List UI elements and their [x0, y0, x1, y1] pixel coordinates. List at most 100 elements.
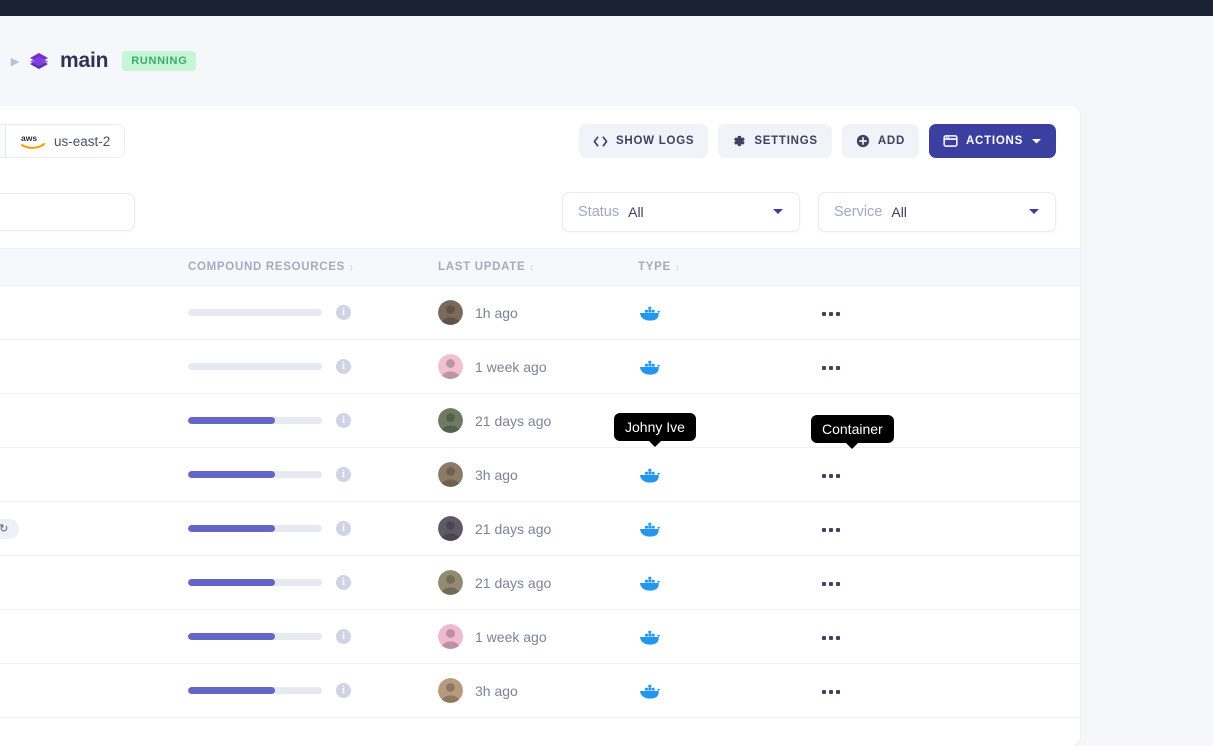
sort-updown-icon[interactable]: ↕: [675, 262, 680, 272]
more-horizontal-icon[interactable]: [818, 684, 844, 700]
settings-button[interactable]: SETTINGS: [718, 124, 832, 158]
docker-whale-icon[interactable]: [638, 303, 802, 323]
docker-whale-icon[interactable]: [638, 465, 802, 485]
column-header-label: TYPE: [638, 261, 671, 273]
avatar[interactable]: [438, 354, 463, 379]
more-horizontal-icon[interactable]: [818, 360, 844, 376]
aws-logo-icon: aws: [20, 132, 46, 150]
table-head: COMPOUND RESOURCES↕ LAST UPDATE↕ TYPE ↕: [0, 249, 1080, 286]
status-filter[interactable]: Status All: [562, 192, 800, 232]
cell-compound-resources: i: [180, 502, 430, 556]
app-logo-icon: [28, 50, 50, 72]
cell-compound-resources: i: [180, 286, 430, 340]
add-label: ADD: [878, 135, 905, 147]
last-update-text: 1 week ago: [475, 359, 547, 375]
actions-button[interactable]: ACTIONS: [929, 124, 1056, 158]
last-update-text: 3h ago: [475, 683, 518, 699]
more-horizontal-icon[interactable]: [818, 306, 844, 322]
info-icon[interactable]: i: [336, 305, 351, 320]
avatar[interactable]: [438, 624, 463, 649]
table-row[interactable]: Building i 1h ago: [0, 286, 1080, 340]
last-update-text: 21 days ago: [475, 575, 551, 591]
cell-type: [630, 340, 810, 394]
status-pill[interactable]: To update↻: [0, 519, 19, 539]
cell-last-update: 1 week ago: [430, 610, 630, 664]
column-header-last-update[interactable]: LAST UPDATE↕: [430, 249, 630, 286]
cell-actions: [810, 448, 1080, 502]
more-horizontal-icon[interactable]: [818, 522, 844, 538]
cell-name: Building: [0, 286, 180, 340]
cell-compound-resources: i: [180, 340, 430, 394]
cloud-provider-region: us-east-2: [54, 134, 110, 149]
table-row[interactable]: i 3h ago: [0, 664, 1080, 718]
info-icon[interactable]: i: [336, 521, 351, 536]
progress-bar: [188, 579, 322, 586]
add-button[interactable]: ADD: [842, 124, 919, 158]
cell-actions: [810, 340, 1080, 394]
cell-actions: [810, 502, 1080, 556]
tooltip-type: Container: [811, 415, 894, 443]
chevron-right-icon[interactable]: ▶: [8, 54, 22, 68]
table-row[interactable]: To update↻i3h ago: [0, 448, 1080, 502]
column-header-compound-resources[interactable]: COMPOUND RESOURCES↕: [180, 249, 430, 286]
docker-whale-icon[interactable]: [638, 627, 802, 647]
cell-last-update: 1 week ago: [430, 340, 630, 394]
gear-icon: [732, 134, 746, 148]
chevron-down-icon: [1031, 137, 1042, 145]
info-icon[interactable]: i: [336, 467, 351, 482]
info-icon[interactable]: i: [336, 629, 351, 644]
actions-label: ACTIONS: [966, 135, 1023, 147]
table-row[interactable]: i21 days ago: [0, 394, 1080, 448]
cell-compound-resources: i: [180, 394, 430, 448]
service-filter[interactable]: Service All: [818, 192, 1056, 232]
avatar[interactable]: [438, 408, 463, 433]
show-logs-label: SHOW LOGS: [616, 135, 694, 147]
column-header-type[interactable]: TYPE ↕: [630, 249, 810, 286]
sort-updown-icon[interactable]: ↕: [529, 262, 534, 272]
avatar[interactable]: [438, 300, 463, 325]
info-icon[interactable]: i: [336, 359, 351, 374]
table-row[interactable]: ngi1 week ago: [0, 340, 1080, 394]
docker-whale-icon[interactable]: [638, 681, 802, 701]
progress-bar: [188, 633, 322, 640]
avatar[interactable]: [438, 516, 463, 541]
avatar[interactable]: [438, 462, 463, 487]
cloud-provider-value[interactable]: aws us-east-2: [5, 125, 124, 157]
docker-whale-icon[interactable]: [638, 519, 802, 539]
avatar[interactable]: [438, 570, 463, 595]
cell-name: -28376: [0, 556, 180, 610]
sync-icon: ↻: [0, 522, 8, 535]
cell-compound-resources: i: [180, 448, 430, 502]
table-row[interactable]: i 1 week ago: [0, 610, 1080, 664]
window-icon: [943, 134, 958, 148]
avatar[interactable]: [438, 678, 463, 703]
cell-name: [0, 394, 180, 448]
svg-text:aws: aws: [21, 133, 37, 143]
service-filter-value: All: [891, 204, 907, 220]
column-header-name: [0, 249, 180, 286]
cloud-provider-selector[interactable]: CLOUD PROVIDER aws us-east-2: [0, 124, 125, 158]
search-input[interactable]: [0, 194, 134, 230]
cell-type: [630, 286, 810, 340]
docker-whale-icon[interactable]: [638, 357, 802, 377]
table-row[interactable]: -12864To update↻i21 days ago: [0, 502, 1080, 556]
settings-label: SETTINGS: [754, 135, 818, 147]
more-horizontal-icon[interactable]: [818, 576, 844, 592]
progress-bar: [188, 687, 322, 694]
service-filter-label: Service: [834, 204, 882, 220]
info-icon[interactable]: i: [336, 683, 351, 698]
plus-circle-icon: [856, 134, 870, 148]
sort-updown-icon[interactable]: ↕: [349, 262, 354, 272]
cell-last-update: 1h ago: [430, 286, 630, 340]
info-icon[interactable]: i: [336, 575, 351, 590]
show-logs-button[interactable]: SHOW LOGS: [579, 124, 708, 158]
search-input-wrapper[interactable]: [0, 193, 135, 231]
more-horizontal-icon[interactable]: [818, 630, 844, 646]
info-icon[interactable]: i: [336, 413, 351, 428]
docker-whale-icon[interactable]: [638, 573, 802, 593]
table-row[interactable]: -28376 i 21 days ago: [0, 556, 1080, 610]
cell-name: [0, 664, 180, 718]
progress-bar: [188, 363, 322, 370]
cell-actions: [810, 556, 1080, 610]
more-horizontal-icon[interactable]: [818, 468, 844, 484]
